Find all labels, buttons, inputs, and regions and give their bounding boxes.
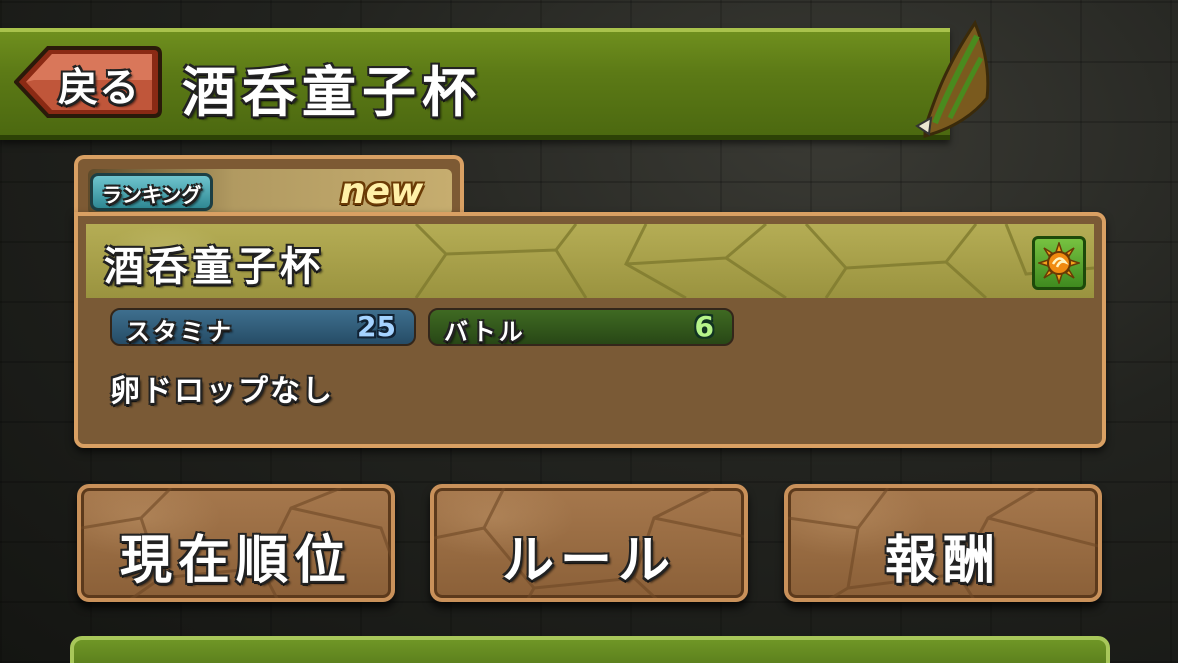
fire-sun-attribute-icon bbox=[1032, 236, 1086, 290]
stamina-stat: スタミナ 25 bbox=[110, 308, 416, 346]
rewards-button[interactable]: 報酬 bbox=[784, 484, 1102, 602]
current-rank-label: 現在順位 bbox=[119, 531, 352, 591]
battle-stat: バトル 6 bbox=[428, 308, 734, 346]
stamina-value: 25 bbox=[357, 310, 396, 343]
rules-label: ルール bbox=[501, 531, 676, 591]
battle-label: バトル bbox=[444, 318, 526, 346]
current-rank-button[interactable]: 現在順位 bbox=[77, 484, 395, 602]
rules-button[interactable]: ルール bbox=[430, 484, 748, 602]
ranking-badge: ランキング bbox=[90, 173, 214, 211]
card-title-band: 酒呑童子杯 bbox=[86, 224, 1094, 298]
battle-value: 6 bbox=[694, 310, 714, 343]
rewards-label: 報酬 bbox=[884, 531, 1001, 591]
dragon-wing-icon bbox=[915, 19, 990, 138]
dungeon-title: 酒呑童子杯 bbox=[104, 244, 324, 290]
back-button[interactable]: 戻る bbox=[14, 44, 162, 120]
new-badge: new bbox=[340, 171, 424, 212]
dungeon-card[interactable]: 酒呑童子杯 スタミナ 25 バトル 6 卵ドロップなし bbox=[74, 212, 1106, 448]
bottom-panel bbox=[70, 636, 1110, 663]
tab-inner: ランキング new bbox=[88, 169, 452, 215]
stamina-label: スタミナ bbox=[126, 318, 234, 346]
back-button-label: 戻る bbox=[58, 65, 140, 111]
egg-drop-note: 卵ドロップなし bbox=[110, 374, 334, 409]
page-title: 酒呑童子杯 bbox=[182, 61, 482, 124]
